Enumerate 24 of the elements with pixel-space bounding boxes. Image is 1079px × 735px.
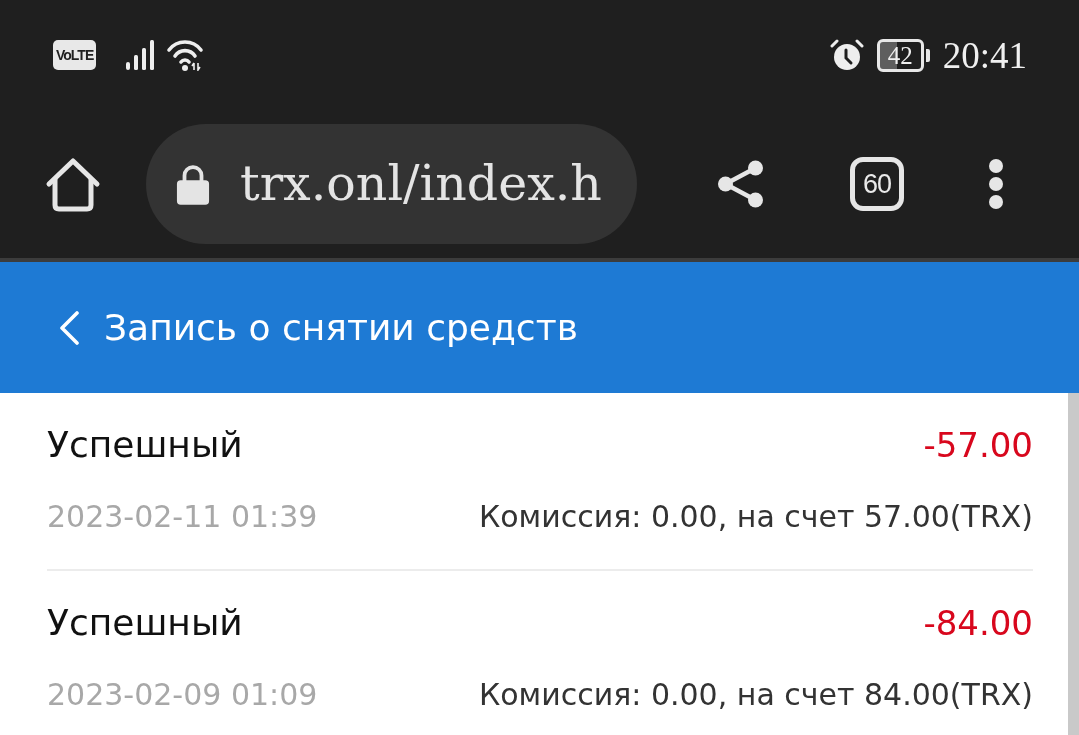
lock-icon <box>176 162 210 206</box>
details-text: Комиссия: 0.00, на счет 84.00(TRX) <box>478 676 1033 714</box>
status-text: Успешный <box>47 423 243 467</box>
url-text: trx.onl/index.h <box>240 154 602 214</box>
more-options-icon[interactable] <box>986 158 1006 210</box>
page-title: Запись о снятии средств <box>104 305 578 350</box>
signal-icon <box>124 40 157 70</box>
date-text: 2023-02-09 01:09 <box>47 676 318 714</box>
address-bar[interactable]: trx.onl/index.h <box>146 124 637 244</box>
share-icon[interactable] <box>717 160 764 208</box>
alarm-clock-icon <box>829 38 864 72</box>
back-icon[interactable] <box>58 310 80 345</box>
amount-text: -84.00 <box>923 602 1033 645</box>
battery-indicator: 42 <box>876 38 931 72</box>
scrollbar[interactable] <box>1068 393 1079 735</box>
clock-time: 20:41 <box>942 36 1027 74</box>
network-badge: VoLTE <box>53 40 97 70</box>
amount-text: -57.00 <box>923 424 1033 467</box>
status-text: Успешный <box>47 601 243 645</box>
date-text: 2023-02-11 01:39 <box>47 498 318 536</box>
tab-switcher-button[interactable]: 60 <box>850 157 904 211</box>
wifi-icon <box>166 39 205 71</box>
details-text: Комиссия: 0.00, на счет 57.00(TRX) <box>478 498 1033 536</box>
home-icon[interactable] <box>45 156 101 212</box>
